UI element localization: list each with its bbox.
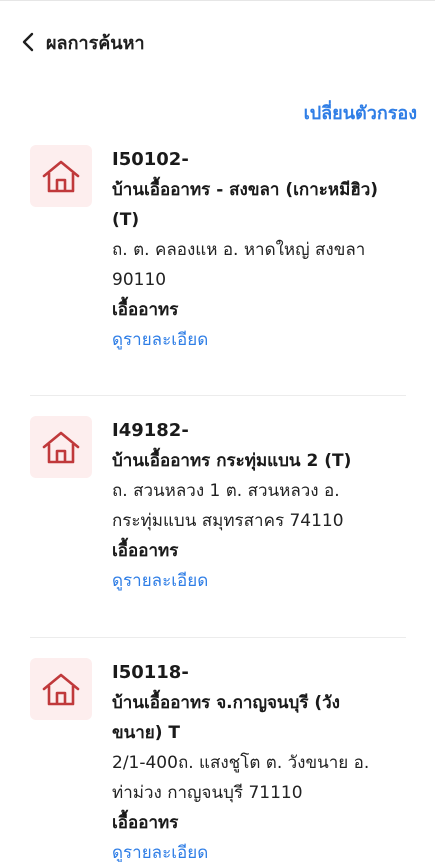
list-item: I49182- บ้านเอื้ออาทร กระทุ่มแบน 2 (T) ถ… — [30, 395, 406, 637]
view-details-link[interactable]: ดูรายละเอียด — [112, 325, 382, 355]
list-item: I50102- บ้านเอื้ออาทร - สงขลา (เกาะหมีฮิ… — [30, 140, 406, 395]
result-info: I50102- บ้านเอื้ออาทร - สงขลา (เกาะหมีฮิ… — [112, 145, 382, 395]
result-address: ถ. ต. คลองแห อ. หาดใหญ่ สงขลา 90110 — [112, 240, 366, 290]
top-divider — [0, 0, 435, 1]
result-info: I50118- บ้านเอื้ออาทร จ.กาญจนบุรี (วังขน… — [112, 658, 382, 862]
home-icon — [42, 431, 80, 464]
result-name: บ้านเอื้ออาทร กระทุ่มแบน 2 (T) — [112, 451, 352, 471]
view-details-link[interactable]: ดูรายละเอียด — [112, 566, 382, 596]
home-icon-tile — [30, 658, 92, 720]
result-info: I49182- บ้านเอื้ออาทร กระทุ่มแบน 2 (T) ถ… — [112, 416, 382, 637]
result-code: I50102- — [112, 149, 189, 170]
list-item: I50118- บ้านเอื้ออาทร จ.กาญจนบุรี (วังขน… — [30, 637, 406, 862]
home-icon — [42, 673, 80, 706]
result-type: เอื้ออาทร — [112, 813, 179, 833]
result-address: ถ. สวนหลวง 1 ต. สวนหลวง อ. กระทุ่มแบน สม… — [112, 481, 344, 531]
result-code: I49182- — [112, 420, 189, 441]
result-name: บ้านเอื้ออาทร - สงขลา (เกาะหมีฮิว)(T) — [112, 180, 379, 230]
header-bar: ผลการค้นหา — [0, 22, 435, 62]
change-filter-button[interactable]: เปลี่ยนตัวกรอง — [304, 98, 417, 127]
page-title: ผลการค้นหา — [46, 32, 145, 54]
home-icon-tile — [30, 145, 92, 207]
result-address: 2/1-400ถ. แสงชูโต ต. วังขนาย อ. ท่าม่วง … — [112, 753, 370, 803]
result-code: I50118- — [112, 662, 189, 683]
home-icon-tile — [30, 416, 92, 478]
chevron-left-icon — [22, 32, 34, 52]
view-details-link[interactable]: ดูรายละเอียด — [112, 838, 382, 862]
home-icon — [42, 160, 80, 193]
results-list: I50102- บ้านเอื้ออาทร - สงขลา (เกาะหมีฮิ… — [30, 140, 406, 862]
back-button[interactable] — [16, 30, 40, 54]
result-type: เอื้ออาทร — [112, 541, 179, 561]
result-name: บ้านเอื้ออาทร จ.กาญจนบุรี (วังขนาย) T — [112, 693, 340, 743]
result-type: เอื้ออาทร — [112, 300, 179, 320]
